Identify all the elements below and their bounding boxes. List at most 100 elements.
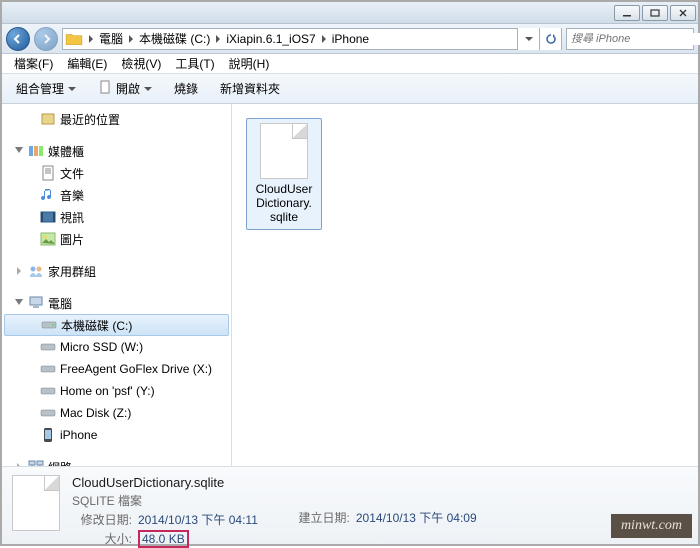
expand-icon[interactable] bbox=[14, 266, 24, 276]
phone-icon bbox=[40, 427, 56, 443]
search-input[interactable] bbox=[571, 33, 700, 45]
file-icon bbox=[12, 475, 60, 531]
new-folder-button[interactable]: 新增資料夾 bbox=[212, 77, 288, 100]
music-icon bbox=[40, 187, 56, 203]
main-area: 最近的位置 媒體櫃 文件 音樂 視訊 圖片 家用群組 bbox=[2, 104, 698, 466]
close-button[interactable] bbox=[670, 5, 696, 21]
drive-icon bbox=[40, 405, 56, 421]
sidebar-label: Mac Disk (Z:) bbox=[60, 406, 131, 420]
open-button[interactable]: 開啟 bbox=[90, 77, 160, 100]
drive-icon bbox=[40, 339, 56, 355]
organize-label: 組合管理 bbox=[16, 80, 64, 97]
burn-label: 燒錄 bbox=[174, 80, 198, 97]
video-icon bbox=[40, 209, 56, 225]
back-button[interactable] bbox=[6, 27, 30, 51]
sidebar-item-libraries[interactable]: 媒體櫃 bbox=[2, 140, 231, 162]
file-label-line: sqlite bbox=[270, 210, 298, 224]
sidebar-label: iPhone bbox=[60, 428, 97, 442]
sidebar-item-drive-w[interactable]: Micro SSD (W:) bbox=[2, 336, 231, 358]
burn-button[interactable]: 燒錄 bbox=[166, 77, 206, 100]
document-icon bbox=[40, 165, 56, 181]
forward-button[interactable] bbox=[34, 27, 58, 51]
picture-icon bbox=[40, 231, 56, 247]
computer-icon bbox=[28, 295, 44, 311]
sidebar-item-drive-x[interactable]: FreeAgent GoFlex Drive (X:) bbox=[2, 358, 231, 380]
menu-edit[interactable]: 編輯(E) bbox=[61, 53, 113, 74]
sidebar-item-music[interactable]: 音樂 bbox=[2, 184, 231, 206]
sidebar-label: FreeAgent GoFlex Drive (X:) bbox=[60, 362, 212, 376]
menu-tools[interactable]: 工具(T) bbox=[169, 53, 220, 74]
homegroup-icon bbox=[28, 263, 44, 279]
maximize-button[interactable] bbox=[642, 5, 668, 21]
sidebar-label: 最近的位置 bbox=[60, 111, 120, 128]
sidebar-item-drive-c[interactable]: 本機磁碟 (C:) bbox=[4, 314, 229, 336]
details-text-2: 建立日期: 2014/10/13 下午 04:09 bbox=[290, 475, 477, 536]
sidebar-label: 網路 bbox=[48, 459, 72, 467]
modified-label: 修改日期: bbox=[72, 511, 132, 528]
sidebar-item-network[interactable]: 網路 bbox=[2, 456, 231, 466]
refresh-button[interactable] bbox=[539, 28, 561, 50]
address-bar[interactable]: 電腦 本機磁碟 (C:) iXiapin.6.1_iOS7 iPhone bbox=[62, 28, 562, 50]
recent-icon bbox=[40, 111, 56, 127]
sidebar-label: 文件 bbox=[60, 165, 84, 182]
organize-button[interactable]: 組合管理 bbox=[8, 77, 84, 100]
document-icon bbox=[98, 80, 112, 97]
folder-icon bbox=[65, 30, 83, 48]
details-pane: CloudUserDictionary.sqlite SQLITE 檔案 修改日… bbox=[2, 466, 698, 544]
chevron-right-icon[interactable] bbox=[212, 35, 224, 43]
sidebar[interactable]: 最近的位置 媒體櫃 文件 音樂 視訊 圖片 家用群組 bbox=[2, 104, 232, 466]
file-label-line: CloudUser bbox=[256, 182, 313, 196]
minimize-button[interactable] bbox=[614, 5, 640, 21]
expand-icon[interactable] bbox=[14, 462, 24, 466]
chevron-right-icon[interactable] bbox=[85, 35, 97, 43]
chevron-right-icon[interactable] bbox=[125, 35, 137, 43]
sidebar-item-drive-z[interactable]: Mac Disk (Z:) bbox=[2, 402, 231, 424]
details-text: CloudUserDictionary.sqlite SQLITE 檔案 修改日… bbox=[72, 475, 258, 536]
dropdown-button[interactable] bbox=[517, 28, 539, 50]
sidebar-item-pictures[interactable]: 圖片 bbox=[2, 228, 231, 250]
breadcrumb-ixiapin[interactable]: iXiapin.6.1_iOS7 bbox=[224, 29, 317, 49]
chevron-right-icon[interactable] bbox=[318, 35, 330, 43]
menu-bar: 檔案(F) 編輯(E) 檢視(V) 工具(T) 說明(H) bbox=[2, 54, 698, 74]
open-label: 開啟 bbox=[116, 80, 140, 97]
size-value: 48.0 KB bbox=[138, 530, 189, 548]
sidebar-label: 音樂 bbox=[60, 187, 84, 204]
breadcrumb-drive-c[interactable]: 本機磁碟 (C:) bbox=[137, 29, 212, 49]
sidebar-label: 電腦 bbox=[48, 295, 72, 312]
file-label: CloudUser Dictionary. sqlite bbox=[256, 183, 313, 225]
collapse-icon[interactable] bbox=[14, 146, 24, 156]
sidebar-item-recent[interactable]: 最近的位置 bbox=[2, 108, 231, 130]
navigation-bar: 電腦 本機磁碟 (C:) iXiapin.6.1_iOS7 iPhone bbox=[2, 24, 698, 54]
toolbar: 組合管理 開啟 燒錄 新增資料夾 bbox=[2, 74, 698, 104]
file-item[interactable]: CloudUser Dictionary. sqlite bbox=[246, 118, 322, 230]
sidebar-label: 視訊 bbox=[60, 209, 84, 226]
collapse-icon[interactable] bbox=[14, 298, 24, 308]
sidebar-label: Micro SSD (W:) bbox=[60, 340, 143, 354]
menu-view[interactable]: 檢視(V) bbox=[115, 53, 167, 74]
menu-help[interactable]: 說明(H) bbox=[223, 53, 276, 74]
libraries-icon bbox=[28, 143, 44, 159]
drive-icon bbox=[41, 317, 57, 333]
sidebar-label: 圖片 bbox=[60, 231, 84, 248]
search-box[interactable] bbox=[566, 28, 694, 50]
created-value: 2014/10/13 下午 04:09 bbox=[356, 509, 477, 526]
sidebar-item-video[interactable]: 視訊 bbox=[2, 206, 231, 228]
size-label: 大小: bbox=[72, 530, 132, 548]
drive-icon bbox=[40, 361, 56, 377]
content-area[interactable]: CloudUser Dictionary. sqlite bbox=[232, 104, 698, 466]
title-bar bbox=[2, 2, 698, 24]
menu-file[interactable]: 檔案(F) bbox=[8, 53, 59, 74]
file-icon bbox=[260, 123, 308, 179]
sidebar-label: 媒體櫃 bbox=[48, 143, 84, 160]
sidebar-item-homegroup[interactable]: 家用群組 bbox=[2, 260, 231, 282]
file-label-line: Dictionary. bbox=[256, 196, 312, 210]
details-type: SQLITE 檔案 bbox=[72, 492, 258, 509]
sidebar-item-computer[interactable]: 電腦 bbox=[2, 292, 231, 314]
sidebar-label: 本機磁碟 (C:) bbox=[61, 317, 132, 334]
breadcrumb-computer[interactable]: 電腦 bbox=[97, 29, 125, 49]
sidebar-item-documents[interactable]: 文件 bbox=[2, 162, 231, 184]
sidebar-item-drive-y[interactable]: Home on 'psf' (Y:) bbox=[2, 380, 231, 402]
sidebar-item-iphone[interactable]: iPhone bbox=[2, 424, 231, 446]
new-folder-label: 新增資料夾 bbox=[220, 80, 280, 97]
breadcrumb-iphone[interactable]: iPhone bbox=[330, 29, 371, 49]
